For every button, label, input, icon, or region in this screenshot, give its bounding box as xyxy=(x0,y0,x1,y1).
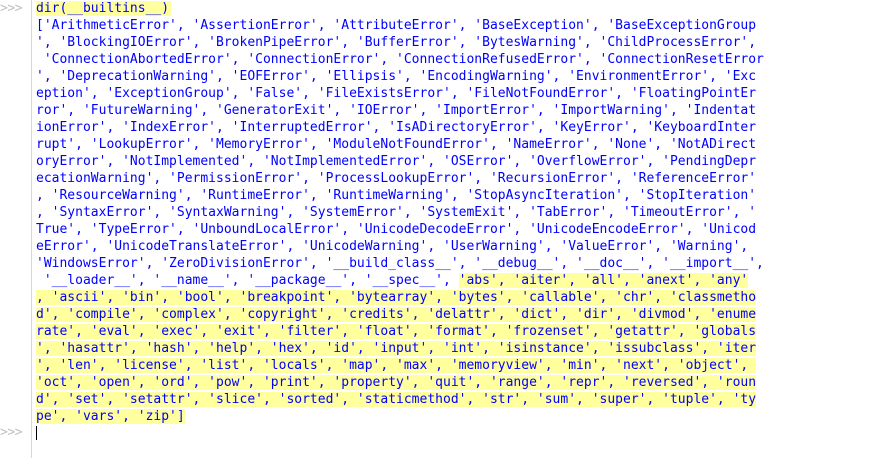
output-line: rupt', 'LookupError', 'MemoryError', 'Mo… xyxy=(36,137,757,152)
highlighted-text: 'oct', 'open', 'ord', 'pow', 'print', 'p… xyxy=(36,375,757,390)
python-shell-window[interactable]: >>> >>> dir(__builtins__) ['ArithmeticEr… xyxy=(0,0,872,458)
output-line-highlighted: d', 'set', 'setattr', 'slice', 'sorted',… xyxy=(36,391,872,408)
highlighted-text: d', 'set', 'setattr', 'slice', 'sorted',… xyxy=(36,392,757,407)
output-line-highlighted: rate', 'eval', 'exec', 'exit', 'filter',… xyxy=(36,323,872,340)
output-line: ecationWarning', 'PermissionError', 'Pro… xyxy=(36,171,757,186)
output-line-highlighted: d', 'compile', 'complex', 'copyright', '… xyxy=(36,306,872,323)
prompt-gutter: >>> >>> xyxy=(0,0,32,458)
output-line: True', 'TypeError', 'UnboundLocalError',… xyxy=(36,222,757,237)
output-line: , 'SyntaxError', 'SyntaxWarning', 'Syste… xyxy=(36,205,757,220)
output-line: ', 'DeprecationWarning', 'EOFError', 'El… xyxy=(36,69,757,84)
highlighted-text: rate', 'eval', 'exec', 'exit', 'filter',… xyxy=(36,324,757,339)
shell-prompt-current: >>> xyxy=(0,425,22,440)
highlighted-text: d', 'compile', 'complex', 'copyright', '… xyxy=(36,307,757,322)
output-line: ror', 'FutureWarning', 'GeneratorExit', … xyxy=(36,103,757,118)
highlighted-text: , 'ascii', 'bin', 'bool', 'breakpoint', … xyxy=(36,290,757,305)
output-line: eption', 'ExceptionGroup', 'False', 'Fil… xyxy=(36,86,757,101)
output-line-partial-highlight: '__loader__', '__name__', '__package__',… xyxy=(36,272,872,289)
output-line: 'ConnectionAbortedError', 'ConnectionErr… xyxy=(36,52,764,67)
output-line: oryError', 'NotImplemented', 'NotImpleme… xyxy=(36,154,757,169)
output-text: '__loader__', '__name__', '__package__',… xyxy=(36,273,459,288)
highlighted-text: pe', 'vars', 'zip'] xyxy=(36,409,185,424)
output-line: ', 'BlockingIOError', 'BrokenPipeError',… xyxy=(36,35,757,50)
output-line-highlighted: 'oct', 'open', 'ord', 'pow', 'print', 'p… xyxy=(36,374,872,391)
output-line-highlighted: ', 'hasattr', 'hash', 'help', 'hex', 'id… xyxy=(36,340,872,357)
highlighted-text: ', 'hasattr', 'hash', 'help', 'hex', 'id… xyxy=(36,341,757,356)
input-line: dir(__builtins__) xyxy=(36,0,872,17)
text-cursor xyxy=(36,426,37,440)
output-line: 'WindowsError', 'ZeroDivisionError', '__… xyxy=(36,256,764,271)
highlighted-text: 'abs', 'aiter', 'all', 'anext', 'any' xyxy=(458,273,749,288)
output-line-highlighted: ', 'len', 'license', 'list', 'locals', '… xyxy=(36,357,872,374)
shell-text-area[interactable]: dir(__builtins__) ['ArithmeticError', 'A… xyxy=(36,0,872,425)
output-line-highlighted: , 'ascii', 'bin', 'bool', 'breakpoint', … xyxy=(36,289,872,306)
output-line: , 'ResourceWarning', 'RuntimeError', 'Ru… xyxy=(36,188,757,203)
output-line-highlighted: pe', 'vars', 'zip'] xyxy=(36,408,872,425)
highlighted-text: ', 'len', 'license', 'list', 'locals', '… xyxy=(36,358,757,373)
shell-prompt: >>> xyxy=(0,1,22,16)
output-line: ['ArithmeticError', 'AssertionError', 'A… xyxy=(36,18,757,33)
output-line: eError', 'UnicodeTranslateError', 'Unico… xyxy=(36,239,757,254)
output-line: ionError', 'IndexError', 'InterruptedErr… xyxy=(36,120,757,135)
input-command: dir(__builtins__) xyxy=(36,1,172,16)
